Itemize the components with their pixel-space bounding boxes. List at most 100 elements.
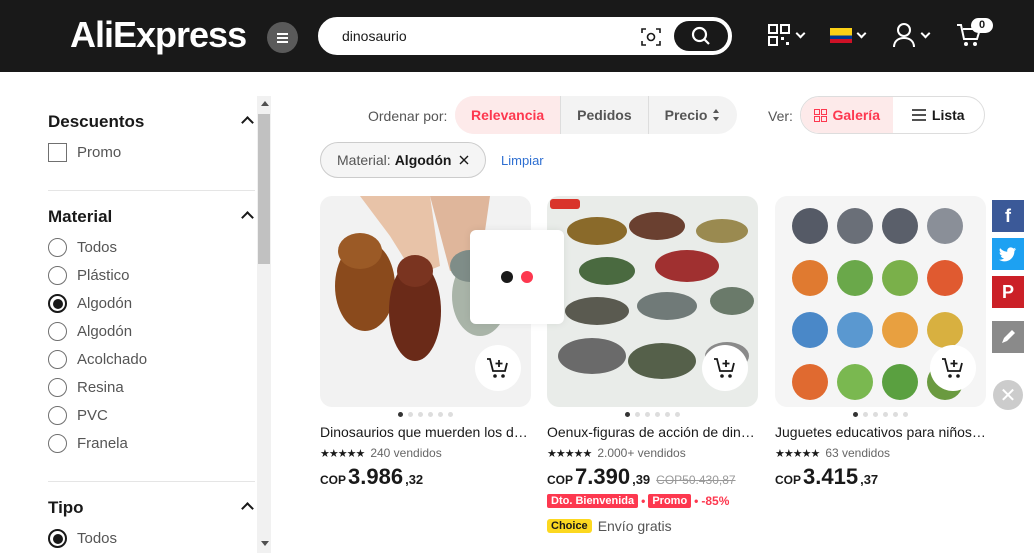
product-price: COP 7.390,39 COP50.430,87 <box>547 464 758 490</box>
price-currency: COP <box>547 473 574 487</box>
star-rating-icon: ★★★★★ <box>775 447 820 460</box>
type-option[interactable]: Todos <box>48 529 117 548</box>
price-integer: 3.415 <box>803 464 859 489</box>
welcome-discount-badge: Dto. Bienvenida <box>547 494 639 508</box>
chip-key: Material: <box>337 152 391 168</box>
scroll-up-arrow-icon[interactable] <box>261 101 269 106</box>
price-integer: 3.986 <box>348 464 404 489</box>
chevron-up-icon[interactable] <box>241 502 254 515</box>
radio-icon[interactable] <box>48 350 67 369</box>
product-card[interactable]: Juguetes educativos para niños dinosauri… <box>775 196 986 490</box>
material-option[interactable]: Plástico <box>48 266 130 285</box>
separator: • <box>641 494 646 508</box>
sort-orders[interactable]: Pedidos <box>561 96 649 134</box>
chevron-down-icon <box>856 28 867 38</box>
country-selector[interactable] <box>830 20 867 50</box>
sort-relevance[interactable]: Relevancia <box>455 96 562 134</box>
close-icon[interactable] <box>459 155 469 165</box>
option-label: Algodón <box>77 295 133 312</box>
view-gallery-label: Galería <box>832 107 880 123</box>
add-to-cart-button[interactable] <box>702 345 748 391</box>
material-option[interactable]: Resina <box>48 378 124 397</box>
star-rating-icon: ★★★★★ <box>547 447 592 460</box>
add-to-cart-button[interactable] <box>475 345 521 391</box>
product-price: COP 3.986,32 <box>320 464 531 490</box>
radio-icon[interactable] <box>48 406 67 425</box>
product-title[interactable]: Oenux-figuras de acción de dinosaurios <box>547 424 758 440</box>
product-image[interactable] <box>775 196 986 407</box>
product-title[interactable]: Juguetes educativos para niños dinosauri… <box>775 424 986 440</box>
sold-count: 2.000+ vendidos <box>597 446 686 460</box>
checkbox-icon[interactable] <box>48 143 67 162</box>
product-rating: ★★★★★ 2.000+ vendidos <box>547 446 758 460</box>
user-icon <box>893 23 915 48</box>
chevron-up-icon[interactable] <box>241 116 254 129</box>
aliexpress-logo[interactable]: AliExpress <box>70 14 247 56</box>
material-option[interactable]: Todos <box>48 238 117 257</box>
material-option[interactable]: Franela <box>48 434 128 453</box>
choice-badge: Choice <box>547 519 592 533</box>
sold-count: 240 vendidos <box>370 446 442 460</box>
clear-filters-link[interactable]: Limpiar <box>501 153 544 168</box>
grid-icon <box>813 108 827 122</box>
add-to-cart-button[interactable] <box>930 345 976 391</box>
product-price: COP 3.415,37 <box>775 464 986 490</box>
view-list[interactable]: Lista <box>893 97 985 133</box>
separator: • <box>694 494 699 508</box>
list-icon <box>911 109 926 121</box>
view-gallery[interactable]: Galería <box>801 97 893 133</box>
image-carousel-dots <box>547 412 758 418</box>
search-button[interactable] <box>674 21 728 51</box>
sold-count: 63 vendidos <box>825 446 891 460</box>
material-option[interactable]: Algodón <box>48 322 132 341</box>
scroll-down-arrow-icon[interactable] <box>261 541 269 546</box>
radio-selected-icon[interactable] <box>48 294 67 313</box>
product-card[interactable]: Oenux-figuras de acción de dinosaurios ★… <box>547 196 758 534</box>
product-title[interactable]: Dinosaurios que muerden los dedos <box>320 424 531 440</box>
app-qr-menu[interactable] <box>767 20 806 50</box>
radio-icon[interactable] <box>48 266 67 285</box>
sort-price-label: Precio <box>664 107 708 123</box>
search-icon <box>691 26 710 45</box>
search-input[interactable] <box>342 28 622 44</box>
twitter-share-button[interactable] <box>992 238 1024 270</box>
sort-price[interactable]: Precio <box>649 96 738 134</box>
material-option[interactable]: Algodón <box>48 294 132 313</box>
facebook-share-button[interactable]: f <box>992 200 1024 232</box>
type-title: Tipo <box>48 498 84 517</box>
price-decimal: ,32 <box>405 472 424 487</box>
close-icon: ✕ <box>999 384 1017 407</box>
price-currency: COP <box>775 473 802 487</box>
scrollbar-thumb[interactable] <box>258 114 270 264</box>
divider <box>48 481 255 482</box>
divider <box>48 190 255 191</box>
pinterest-share-button[interactable]: P <box>992 276 1024 308</box>
material-option[interactable]: Acolchado <box>48 350 147 369</box>
star-rating-icon: ★★★★★ <box>320 447 365 460</box>
edit-button[interactable] <box>992 321 1024 353</box>
image-carousel-dots <box>320 412 531 418</box>
discount-percent: -85% <box>701 494 730 508</box>
chevron-up-icon[interactable] <box>241 211 254 224</box>
loading-dot <box>501 271 513 283</box>
close-share-button[interactable]: ✕ <box>993 380 1023 410</box>
radio-icon[interactable] <box>48 378 67 397</box>
price-decimal: ,37 <box>860 472 879 487</box>
menu-button[interactable] <box>267 22 298 53</box>
view-list-label: Lista <box>931 107 965 123</box>
material-option[interactable]: PVC <box>48 406 108 425</box>
twitter-icon <box>999 246 1016 261</box>
radio-icon[interactable] <box>48 322 67 341</box>
pinterest-icon: P <box>1001 281 1014 302</box>
radio-selected-icon[interactable] <box>48 529 67 548</box>
discounts-title: Descuentos <box>48 112 145 131</box>
radio-icon[interactable] <box>48 238 67 257</box>
product-image[interactable] <box>547 196 758 407</box>
option-label: Resina <box>77 379 124 396</box>
promo-checkbox[interactable]: Promo <box>48 143 121 162</box>
account-menu[interactable] <box>892 20 931 50</box>
active-filter-chip[interactable]: Material: Algodón <box>320 142 487 178</box>
radio-icon[interactable] <box>48 434 67 453</box>
old-price: COP50.430,87 <box>656 473 736 487</box>
image-search-icon[interactable] <box>640 26 662 48</box>
